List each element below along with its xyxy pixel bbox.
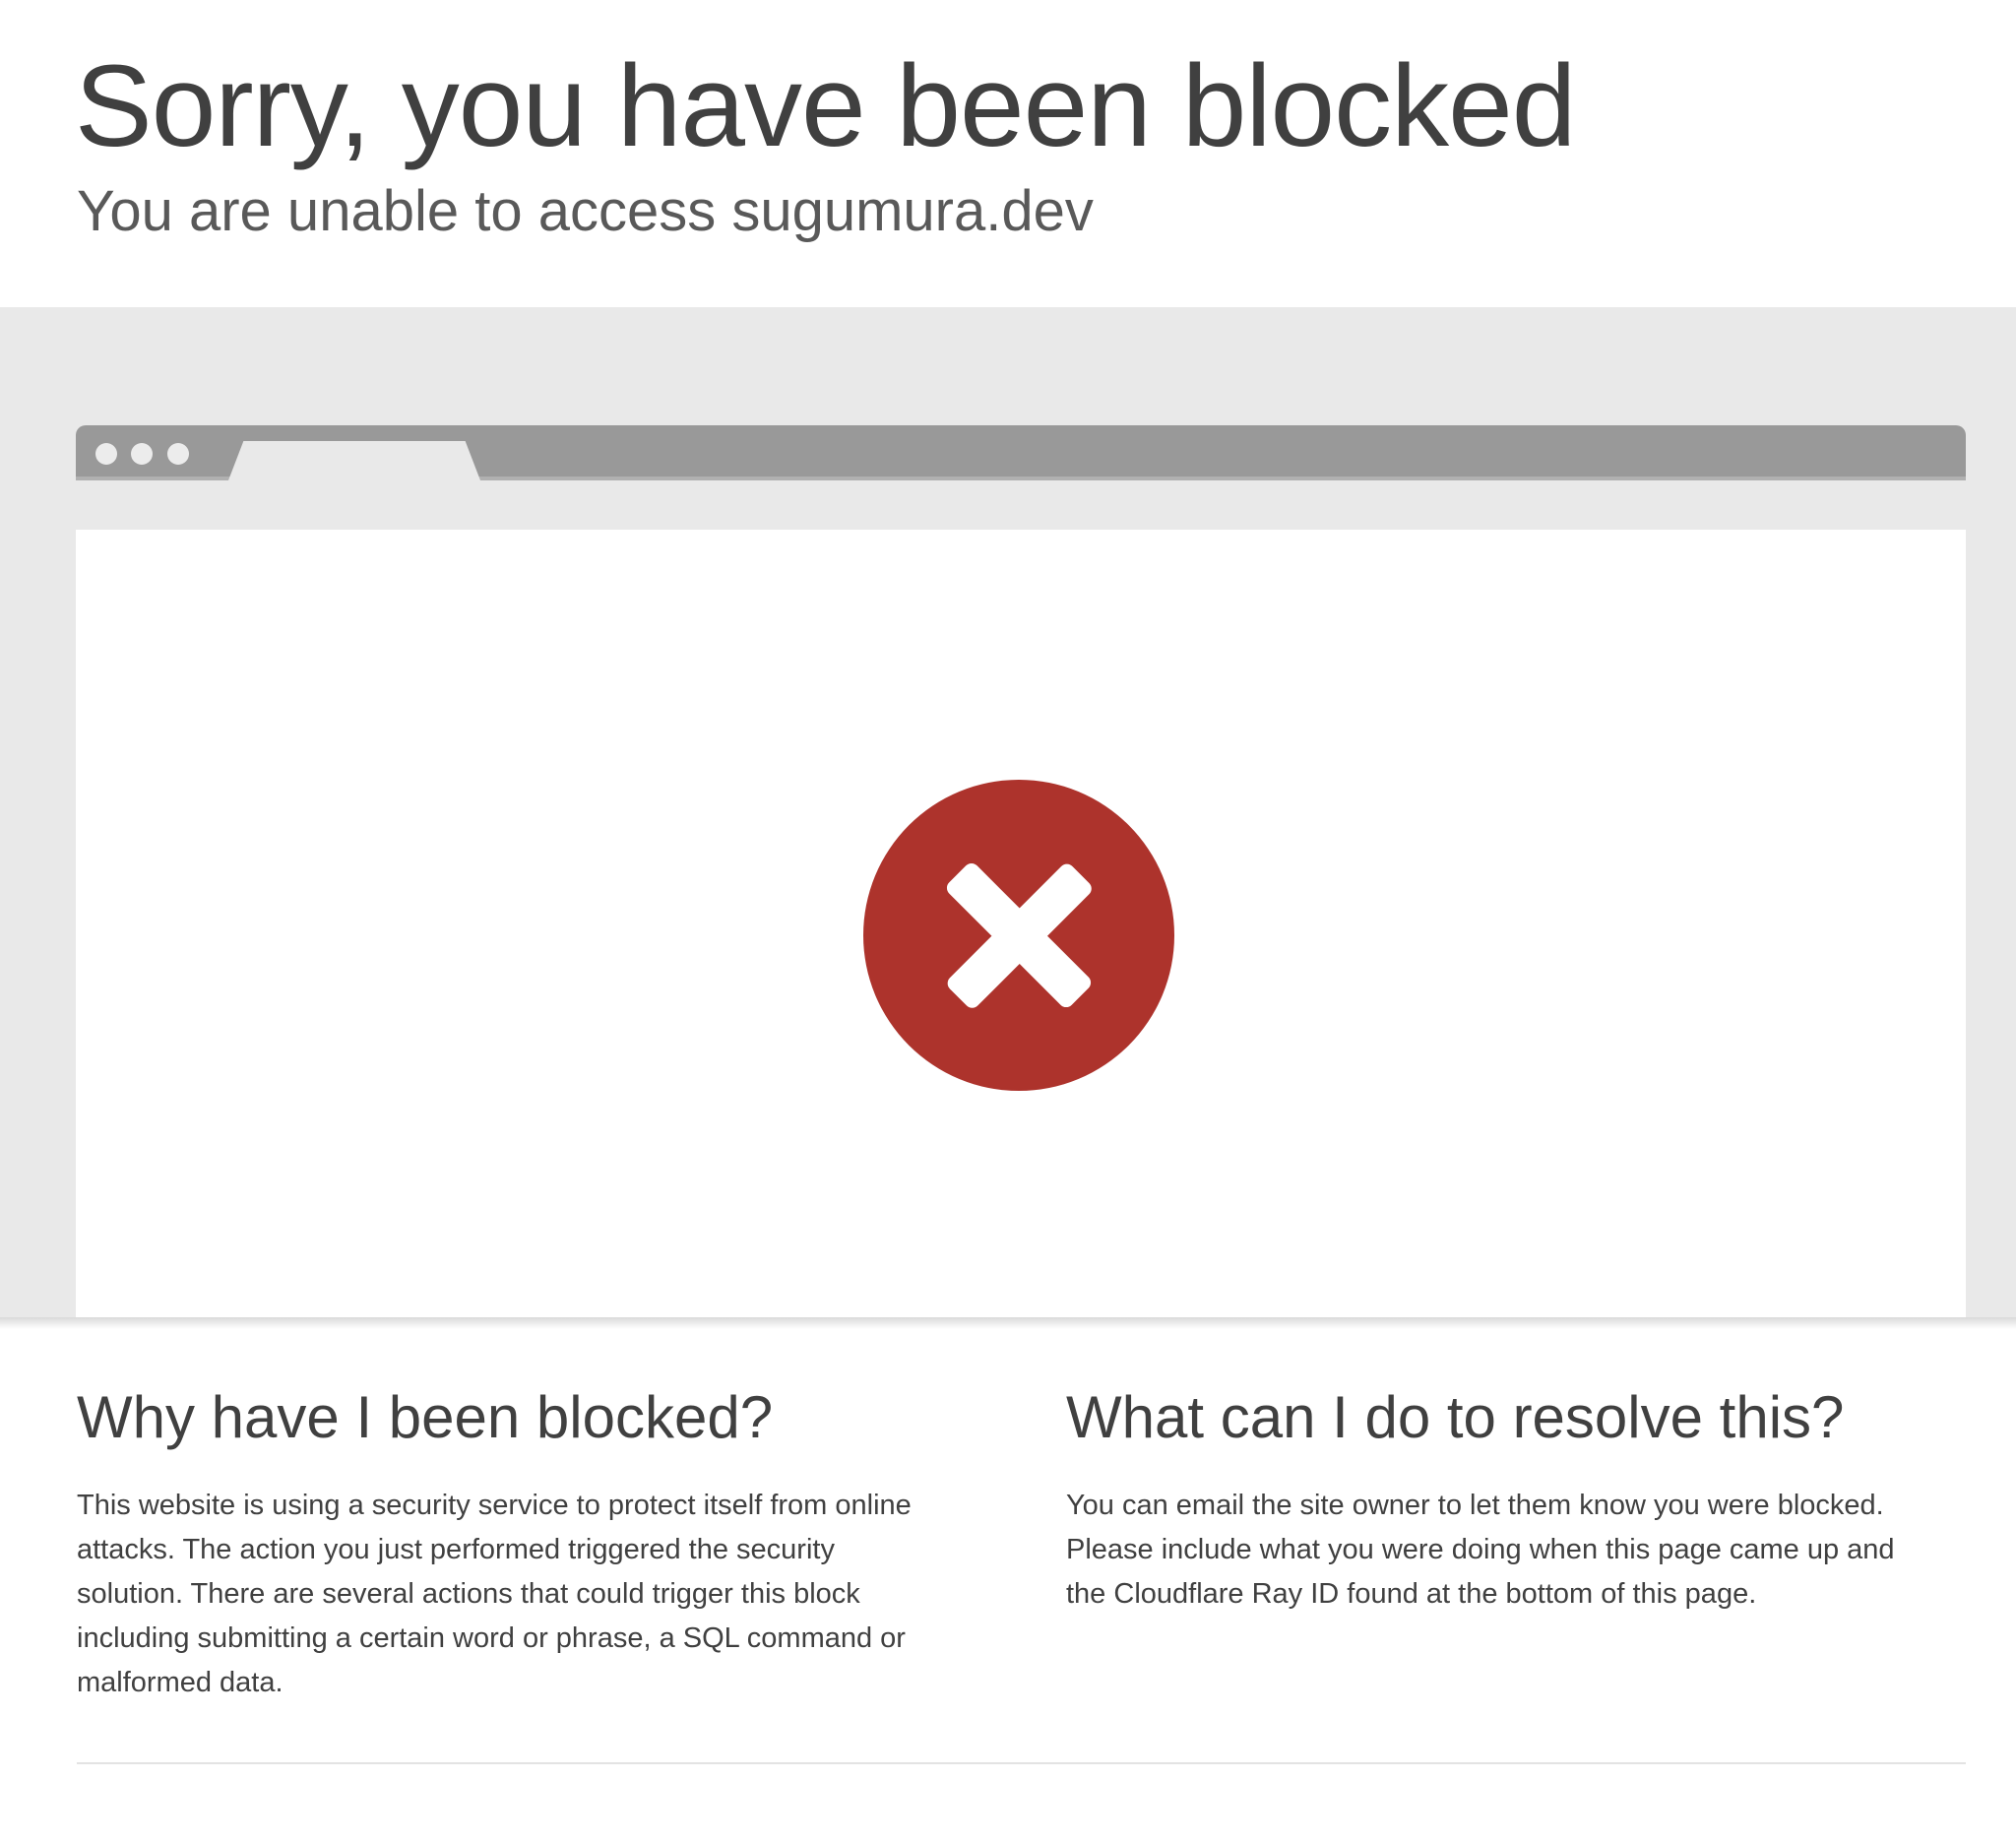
browser-tab [228, 441, 480, 480]
resolve-heading: What can I do to resolve this? [1066, 1384, 1845, 1450]
text-line: This website is using a security service… [77, 1490, 912, 1521]
text-line: attacks. The action you just performed t… [77, 1534, 835, 1565]
page-subtitle: You are unable to access sugumura.dev [77, 179, 1094, 243]
blocked-page: Sorry, you have been blocked You are una… [0, 0, 2016, 1843]
footer-divider [77, 1762, 1966, 1764]
why-blocked-heading: Why have I been blocked? [77, 1384, 774, 1450]
window-dot-icon [131, 443, 153, 465]
why-blocked-text: This website is using a security service… [77, 1484, 1022, 1705]
band-shadow [0, 1317, 2016, 1329]
resolve-text: You can email the site owner to let them… [1066, 1484, 2011, 1617]
text-line: the Cloudflare Ray ID found at the botto… [1066, 1578, 1757, 1610]
text-line: malformed data. [77, 1667, 284, 1698]
text-line: You can email the site owner to let them… [1066, 1490, 1884, 1521]
text-line: including submitting a certain word or p… [77, 1622, 906, 1654]
text-line: Please include what you were doing when … [1066, 1534, 1895, 1565]
page-title: Sorry, you have been blocked [75, 41, 1576, 171]
window-dot-icon [167, 443, 189, 465]
window-dot-icon [95, 443, 117, 465]
page-header: Sorry, you have been blocked You are una… [0, 0, 2016, 307]
error-x-icon [863, 780, 1174, 1091]
text-line: solution. There are several actions that… [77, 1578, 860, 1610]
